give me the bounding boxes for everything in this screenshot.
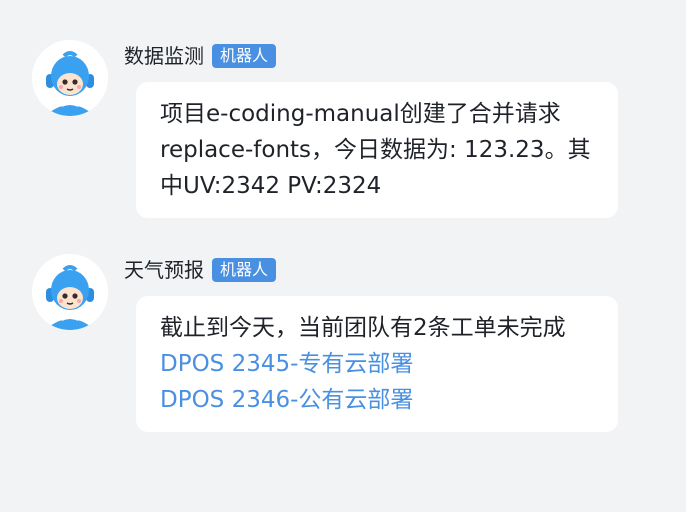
robot-avatar-icon[interactable] <box>32 254 108 330</box>
sender-header: 数据监测 机器人 <box>124 42 277 70</box>
message-bubble: 截止到今天，当前团队有2条工单未完成 DPOS 2345-专有云部署 DPOS … <box>136 296 618 432</box>
chat-panel: 数据监测 机器人 项目e-coding-manual创建了合并请求replace… <box>0 0 686 512</box>
bot-badge: 机器人 <box>212 44 277 68</box>
sender-name[interactable]: 天气预报 <box>124 256 204 284</box>
sender-header: 天气预报 机器人 <box>124 256 277 284</box>
bot-badge: 机器人 <box>212 258 277 282</box>
ticket-link[interactable]: DPOS 2345-专有云部署 <box>160 346 596 382</box>
message-text: 项目e-coding-manual创建了合并请求replace-fonts，今日… <box>160 101 591 199</box>
ticket-link[interactable]: DPOS 2346-公有云部署 <box>160 382 596 418</box>
message-text: 截止到今天，当前团队有2条工单未完成 <box>160 315 566 341</box>
message-bubble: 项目e-coding-manual创建了合并请求replace-fonts，今日… <box>136 82 618 218</box>
robot-avatar-icon[interactable] <box>32 40 108 116</box>
sender-name[interactable]: 数据监测 <box>124 42 204 70</box>
